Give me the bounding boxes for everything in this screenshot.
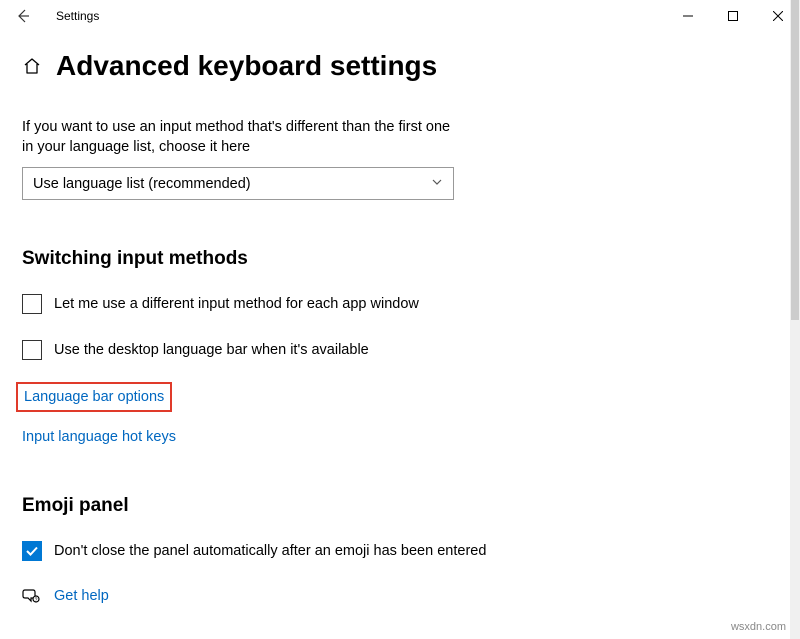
input-language-hotkeys-link[interactable]: Input language hot keys [22, 429, 176, 445]
input-method-select[interactable]: Use language list (recommended) [22, 167, 454, 200]
per-app-input-option[interactable]: Let me use a different input method for … [22, 294, 718, 314]
close-icon [773, 11, 783, 21]
page-title: Advanced keyboard settings [56, 50, 437, 82]
emoji-noclose-checkbox[interactable] [22, 541, 42, 561]
emoji-noclose-option[interactable]: Don't close the panel automatically afte… [22, 541, 718, 561]
select-value: Use language list (recommended) [33, 176, 251, 192]
svg-text:?: ? [35, 598, 38, 604]
emoji-noclose-label: Don't close the panel automatically afte… [54, 543, 486, 559]
language-bar-options-link[interactable]: Language bar options [24, 389, 164, 405]
checkmark-icon [25, 544, 39, 558]
back-button[interactable] [8, 0, 38, 32]
switching-heading: Switching input methods [22, 248, 718, 270]
get-help-row[interactable]: ? Get help [22, 587, 718, 605]
maximize-icon [728, 11, 738, 21]
input-method-description: If you want to use an input method that'… [22, 118, 452, 157]
vertical-scrollbar[interactable] [790, 0, 800, 639]
help-icon: ? [22, 587, 40, 605]
per-app-checkbox[interactable] [22, 294, 42, 314]
language-bar-options-highlight: Language bar options [16, 382, 172, 412]
window-title: Settings [56, 9, 99, 23]
maximize-button[interactable] [710, 0, 755, 32]
chevron-down-icon [431, 176, 443, 192]
desktop-langbar-option[interactable]: Use the desktop language bar when it's a… [22, 340, 718, 360]
minimize-icon [683, 11, 693, 21]
minimize-button[interactable] [665, 0, 710, 32]
emoji-heading: Emoji panel [22, 495, 718, 517]
desktop-langbar-label: Use the desktop language bar when it's a… [54, 342, 369, 358]
get-help-link[interactable]: Get help [54, 588, 109, 604]
titlebar: Settings [0, 0, 800, 32]
home-button[interactable] [22, 56, 42, 76]
home-icon [23, 57, 41, 75]
arrow-left-icon [15, 8, 31, 24]
window-controls [665, 0, 800, 32]
scrollbar-thumb[interactable] [791, 0, 799, 320]
per-app-label: Let me use a different input method for … [54, 296, 419, 312]
desktop-langbar-checkbox[interactable] [22, 340, 42, 360]
watermark: wsxdn.com [731, 621, 786, 633]
